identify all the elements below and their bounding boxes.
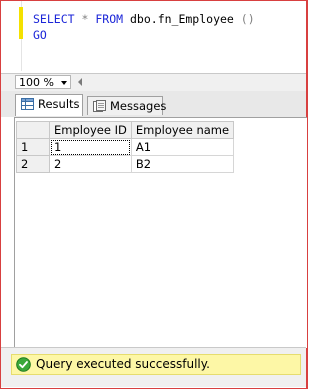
- status-text: Query executed successfully.: [36, 357, 210, 371]
- table-cell[interactable]: 2: [49, 155, 132, 173]
- row-number[interactable]: 1: [16, 138, 50, 156]
- tab-messages-label: Messages: [110, 99, 167, 113]
- scroll-left-icon[interactable]: [78, 78, 82, 86]
- grid-icon: [21, 98, 34, 110]
- tab-results[interactable]: Results: [15, 94, 83, 116]
- keyword-from: FROM: [95, 12, 124, 26]
- table-row[interactable]: 1 1 A1: [16, 138, 235, 156]
- change-tracking-bar: [19, 7, 23, 39]
- zoom-value: 100 %: [19, 76, 54, 89]
- row-number[interactable]: 2: [16, 155, 50, 173]
- parentheses: (): [240, 12, 255, 26]
- chevron-down-icon[interactable]: [61, 81, 67, 85]
- code-line[interactable]: SELECT * FROM dbo.fn_Employee (): [33, 11, 255, 27]
- status-bar: Query executed successfully.: [1, 347, 306, 387]
- zoom-bar: 100 %: [1, 73, 306, 92]
- header-row: Employee ID Employee name: [16, 121, 235, 139]
- results-pane: Employee ID Employee name 1 1 A1 2 2 B2: [14, 117, 307, 348]
- zoom-select[interactable]: 100 %: [15, 75, 71, 89]
- table-cell[interactable]: A1: [130, 138, 235, 156]
- tab-messages[interactable]: Messages: [87, 96, 167, 115]
- column-header[interactable]: Employee ID: [49, 121, 132, 139]
- column-header[interactable]: Employee name: [130, 121, 235, 139]
- table-cell[interactable]: B2: [130, 155, 235, 173]
- results-left-margin: [1, 117, 14, 347]
- tab-results-label: Results: [38, 97, 80, 111]
- success-check-icon: [16, 357, 31, 372]
- keyword-select: SELECT: [33, 12, 75, 26]
- results-grid[interactable]: Employee ID Employee name 1 1 A1 2 2 B2: [16, 121, 235, 173]
- query-editor[interactable]: SELECT * FROM dbo.fn_Employee () GO: [1, 1, 306, 71]
- results-tab-strip: Results Messages: [1, 91, 306, 117]
- object-name: dbo.fn_Employee: [130, 12, 234, 26]
- status-message: Query executed successfully.: [11, 354, 301, 375]
- messages-icon: [93, 100, 106, 112]
- code-line[interactable]: GO: [33, 27, 47, 43]
- star-operator: *: [81, 12, 89, 26]
- table-row[interactable]: 2 2 B2: [16, 155, 235, 173]
- keyword-go: GO: [33, 28, 47, 42]
- grid-corner[interactable]: [16, 121, 50, 139]
- table-cell[interactable]: 1: [49, 138, 132, 156]
